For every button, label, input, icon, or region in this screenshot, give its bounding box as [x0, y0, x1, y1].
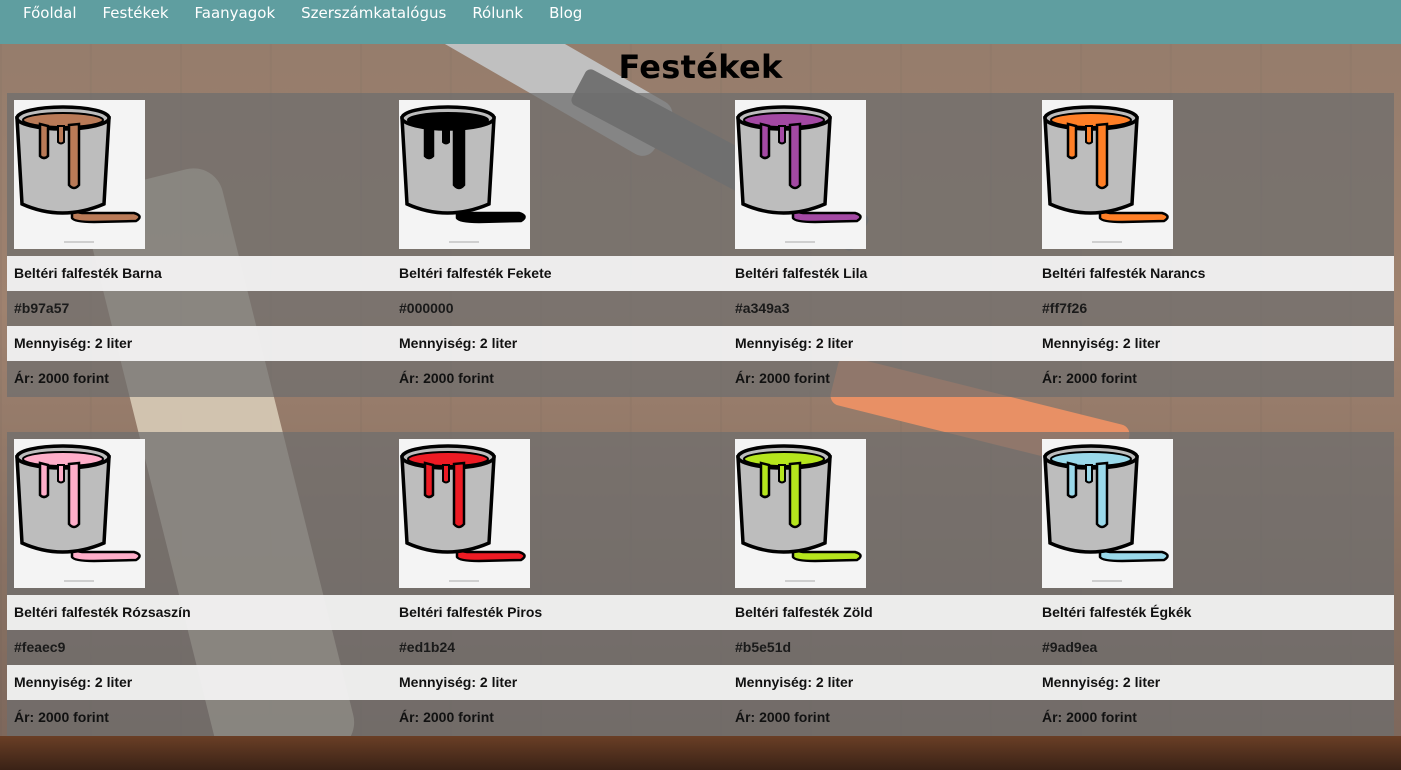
nav-item-lumber[interactable]: Faanyagok	[182, 0, 289, 21]
top-navbar: Főoldal Festékek Faanyagok Szerszámkatal…	[0, 0, 1401, 44]
paint-bucket-image	[14, 100, 145, 249]
product-price: Ár: 2000 forint	[1042, 370, 1137, 386]
product-name: Beltéri falfesték Égkék	[1042, 604, 1192, 620]
product-name: Beltéri falfesték Zöld	[735, 604, 873, 620]
paint-bucket-image	[14, 439, 145, 588]
nav-item-about[interactable]: Rólunk	[459, 0, 536, 21]
product-price: Ár: 2000 forint	[399, 709, 494, 725]
paint-bucket-image	[1042, 100, 1173, 249]
product-color-code: #feaec9	[14, 639, 66, 655]
product-name: Beltéri falfesték Barna	[14, 265, 162, 281]
row-stripe	[7, 665, 1394, 700]
paint-bucket-icon	[399, 439, 530, 588]
product-name: Beltéri falfesték Rózsaszín	[14, 604, 191, 620]
product-quantity: Mennyiség: 2 liter	[399, 335, 518, 351]
paint-bucket-icon	[14, 100, 145, 249]
paint-bucket-icon	[1042, 439, 1173, 588]
paint-bucket-image	[735, 439, 866, 588]
paint-bucket-image	[1042, 439, 1173, 588]
product-quantity: Mennyiség: 2 liter	[735, 335, 854, 351]
product-price: Ár: 2000 forint	[14, 370, 109, 386]
paint-bucket-image	[735, 100, 866, 249]
product-color-code: #b5e51d	[735, 639, 792, 655]
product-color-code: #ed1b24	[399, 639, 456, 655]
product-quantity: Mennyiség: 2 liter	[14, 335, 133, 351]
nav-item-blog[interactable]: Blog	[536, 0, 595, 21]
product-price: Ár: 2000 forint	[14, 709, 109, 725]
product-quantity: Mennyiség: 2 liter	[14, 674, 133, 690]
product-color-code: #ff7f26	[1042, 300, 1088, 316]
product-price: Ár: 2000 forint	[735, 370, 830, 386]
product-name: Beltéri falfesték Piros	[399, 604, 543, 620]
product-name: Beltéri falfesték Fekete	[399, 265, 552, 281]
row-stripe	[7, 326, 1394, 361]
product-quantity: Mennyiség: 2 liter	[735, 674, 854, 690]
product-color-code: #9ad9ea	[1042, 639, 1098, 655]
paint-bucket-icon	[399, 100, 530, 249]
product-price: Ár: 2000 forint	[735, 709, 830, 725]
product-name: Beltéri falfesték Narancs	[1042, 265, 1206, 281]
product-price: Ár: 2000 forint	[399, 370, 494, 386]
nav-item-paints[interactable]: Festékek	[90, 0, 182, 21]
product-quantity: Mennyiség: 2 liter	[399, 674, 518, 690]
product-color-code: #a349a3	[735, 300, 790, 316]
product-quantity: Mennyiség: 2 liter	[1042, 335, 1161, 351]
paint-bucket-icon	[735, 439, 866, 588]
paint-bucket-icon	[1042, 100, 1173, 249]
product-row-2: Beltéri falfesték Rózsaszín #feaec9 Menn…	[7, 432, 1394, 736]
product-quantity: Mennyiség: 2 liter	[1042, 674, 1161, 690]
product-row-1: Beltéri falfesték Barna #b97a57 Mennyisé…	[7, 93, 1394, 397]
page-title: Festékek	[618, 48, 783, 86]
product-price: Ár: 2000 forint	[1042, 709, 1137, 725]
background-floor	[0, 736, 1401, 770]
nav-item-home[interactable]: Főoldal	[10, 0, 90, 21]
paint-bucket-icon	[735, 100, 866, 249]
paint-bucket-image	[399, 439, 530, 588]
product-color-code: #b97a57	[14, 300, 70, 316]
paint-bucket-image	[399, 100, 530, 249]
product-name: Beltéri falfesték Lila	[735, 265, 868, 281]
product-color-code: #000000	[399, 300, 454, 316]
paint-bucket-icon	[14, 439, 145, 588]
nav-item-tool-catalog[interactable]: Szerszámkatalógus	[288, 0, 459, 21]
